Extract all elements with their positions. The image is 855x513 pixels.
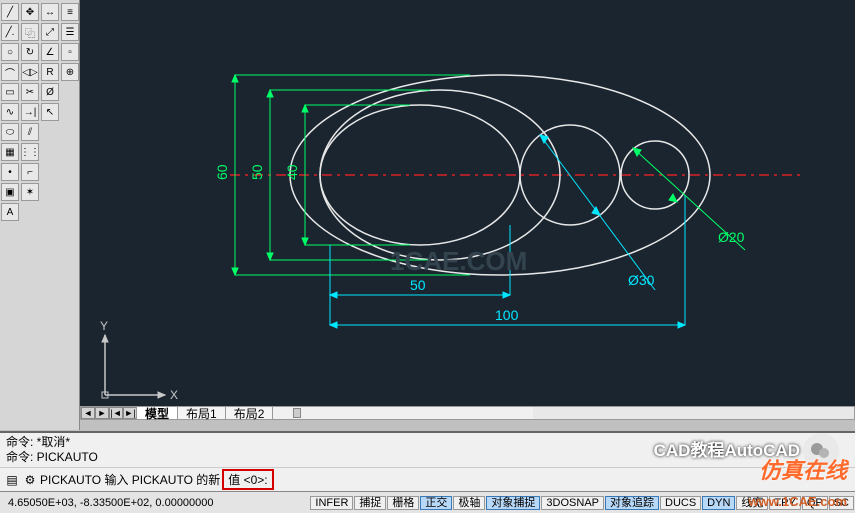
ucs-icon: X Y <box>100 319 178 402</box>
command-input-line[interactable]: ▤ ⚙ PICKAUTO 输入 PICKAUTO 的新 值 <0>: <box>0 467 855 491</box>
toggle-栅格[interactable]: 栅格 <box>387 496 419 510</box>
toggle-正交[interactable]: 正交 <box>420 496 452 510</box>
tab-layout1[interactable]: 布局1 <box>177 406 226 420</box>
status-bar: 4.65050E+03, -8.33500E+02, 0.00000000 IN… <box>0 491 855 513</box>
tool-offset[interactable]: ⫽ <box>21 123 39 141</box>
command-grip-icon: ▤ <box>4 472 20 488</box>
toggle-线宽[interactable]: 线宽 <box>736 496 768 510</box>
tool-rect[interactable]: ▭ <box>1 83 19 101</box>
drawing-canvas[interactable]: 60 50 40 50 <box>80 0 855 408</box>
tool-extend[interactable]: →| <box>21 103 39 121</box>
tool-dim-aligned[interactable]: ⤢ <box>41 23 59 41</box>
toggle-infer[interactable]: INFER <box>310 496 353 510</box>
tool-region[interactable]: ▣ <box>1 183 19 201</box>
tool-mirror[interactable]: ◁▷ <box>21 63 39 81</box>
tool-fillet[interactable]: ⌐ <box>21 163 39 181</box>
left-toolbox: ╱ ╱. ○ ⌒ ▭ ∿ ⬭ ▦ • ▣ A ✥ ⿻ ↻ ◁▷ ✂ →| ⫽ ⋮… <box>0 0 80 430</box>
tab-last-button[interactable]: ►| <box>123 407 137 419</box>
canvas-watermark: 1CAE.COM <box>390 246 527 276</box>
command-prompt-prefix: PICKAUTO 输入 PICKAUTO 的新 <box>40 471 220 488</box>
tool-rotate[interactable]: ↻ <box>21 43 39 61</box>
command-window: 命令: *取消* 命令: PICKAUTO ▤ ⚙ PICKAUTO 输入 PI… <box>0 431 855 491</box>
tab-model[interactable]: 模型 <box>136 406 178 420</box>
toggle-对象捕捉[interactable]: 对象捕捉 <box>486 496 540 510</box>
model-tab-bar: ◄ ► |◄ ►| 模型 布局1 布局2 <box>80 406 855 420</box>
svg-text:100: 100 <box>495 307 519 323</box>
toggle-捕捉[interactable]: 捕捉 <box>354 496 386 510</box>
tool-circle[interactable]: ○ <box>1 43 19 61</box>
svg-text:X: X <box>170 388 178 402</box>
tab-layout2[interactable]: 布局2 <box>225 406 274 420</box>
toggle-3dosnap[interactable]: 3DOSNAP <box>541 496 604 510</box>
hscroll-track[interactable] <box>273 407 533 419</box>
svg-text:Ø20: Ø20 <box>718 229 745 245</box>
command-history: 命令: *取消* 命令: PICKAUTO <box>0 433 855 467</box>
toggle-极轴[interactable]: 极轴 <box>453 496 485 510</box>
tool-move[interactable]: ✥ <box>21 3 39 21</box>
svg-text:Ø30: Ø30 <box>628 272 655 288</box>
command-prompt-highlight: 值 <0>: <box>222 469 273 490</box>
cmd-hist-text: PICKAUTO <box>33 450 97 464</box>
toggle-dyn[interactable]: DYN <box>702 496 735 510</box>
cmd-hist-prefix: 命令: <box>6 450 33 464</box>
tool-copy[interactable]: ⿻ <box>21 23 39 41</box>
svg-text:60: 60 <box>214 164 230 180</box>
scroll-left-button[interactable]: ◄ <box>81 407 95 419</box>
svg-text:Y: Y <box>100 319 108 333</box>
tool-props[interactable]: ☰ <box>61 23 79 41</box>
circle-20 <box>621 141 689 209</box>
command-gear-icon[interactable]: ⚙ <box>22 472 38 488</box>
cmd-hist-prefix: 命令: <box>6 435 33 449</box>
tool-trim[interactable]: ✂ <box>21 83 39 101</box>
hscroll-thumb[interactable] <box>293 408 301 418</box>
tool-point[interactable]: • <box>1 163 19 181</box>
dim-d30: Ø30 <box>540 135 655 290</box>
tool-insert[interactable]: ⊕ <box>61 63 79 81</box>
tool-polyline[interactable]: ╱. <box>1 23 19 41</box>
svg-text:40: 40 <box>284 164 300 180</box>
tool-array[interactable]: ⋮⋮ <box>21 143 39 161</box>
toggle-tpy[interactable]: TPY <box>769 496 800 510</box>
coord-readout: 4.65050E+03, -8.33500E+02, 0.00000000 <box>0 497 222 509</box>
tool-explode[interactable]: ✶ <box>21 183 39 201</box>
toggle-sc[interactable]: SC <box>829 496 854 510</box>
toggle-对象追踪[interactable]: 对象追踪 <box>605 496 659 510</box>
tool-ellipse[interactable]: ⬭ <box>1 123 19 141</box>
tool-block[interactable]: ▫ <box>61 43 79 61</box>
tool-text[interactable]: A <box>1 203 19 221</box>
status-toggles: INFER捕捉栅格正交极轴对象捕捉3DOSNAP对象追踪DUCSDYN线宽TPY… <box>310 494 855 512</box>
toggle-ducs[interactable]: DUCS <box>660 496 701 510</box>
tool-spline[interactable]: ∿ <box>1 103 19 121</box>
tool-dim-linear[interactable]: ↔ <box>41 3 59 21</box>
tool-dim-angular[interactable]: ∠ <box>41 43 59 61</box>
tool-layer[interactable]: ≡ <box>61 3 79 21</box>
tool-dim-radius[interactable]: R <box>41 63 59 81</box>
tool-dim-diameter[interactable]: Ø <box>41 83 59 101</box>
drawing-svg: 60 50 40 50 <box>80 0 855 408</box>
tab-first-button[interactable]: |◄ <box>109 407 123 419</box>
svg-text:50: 50 <box>410 277 426 293</box>
dim-d20: Ø20 <box>633 148 745 250</box>
scroll-right-button[interactable]: ► <box>95 407 109 419</box>
tool-arc[interactable]: ⌒ <box>1 63 19 81</box>
cmd-hist-text: *取消* <box>33 435 70 449</box>
toggle-qp[interactable]: QP <box>802 496 828 510</box>
tool-leader[interactable]: ↖ <box>41 103 59 121</box>
svg-text:50: 50 <box>249 164 265 180</box>
tool-hatch[interactable]: ▦ <box>1 143 19 161</box>
tool-line[interactable]: ╱ <box>1 3 19 21</box>
